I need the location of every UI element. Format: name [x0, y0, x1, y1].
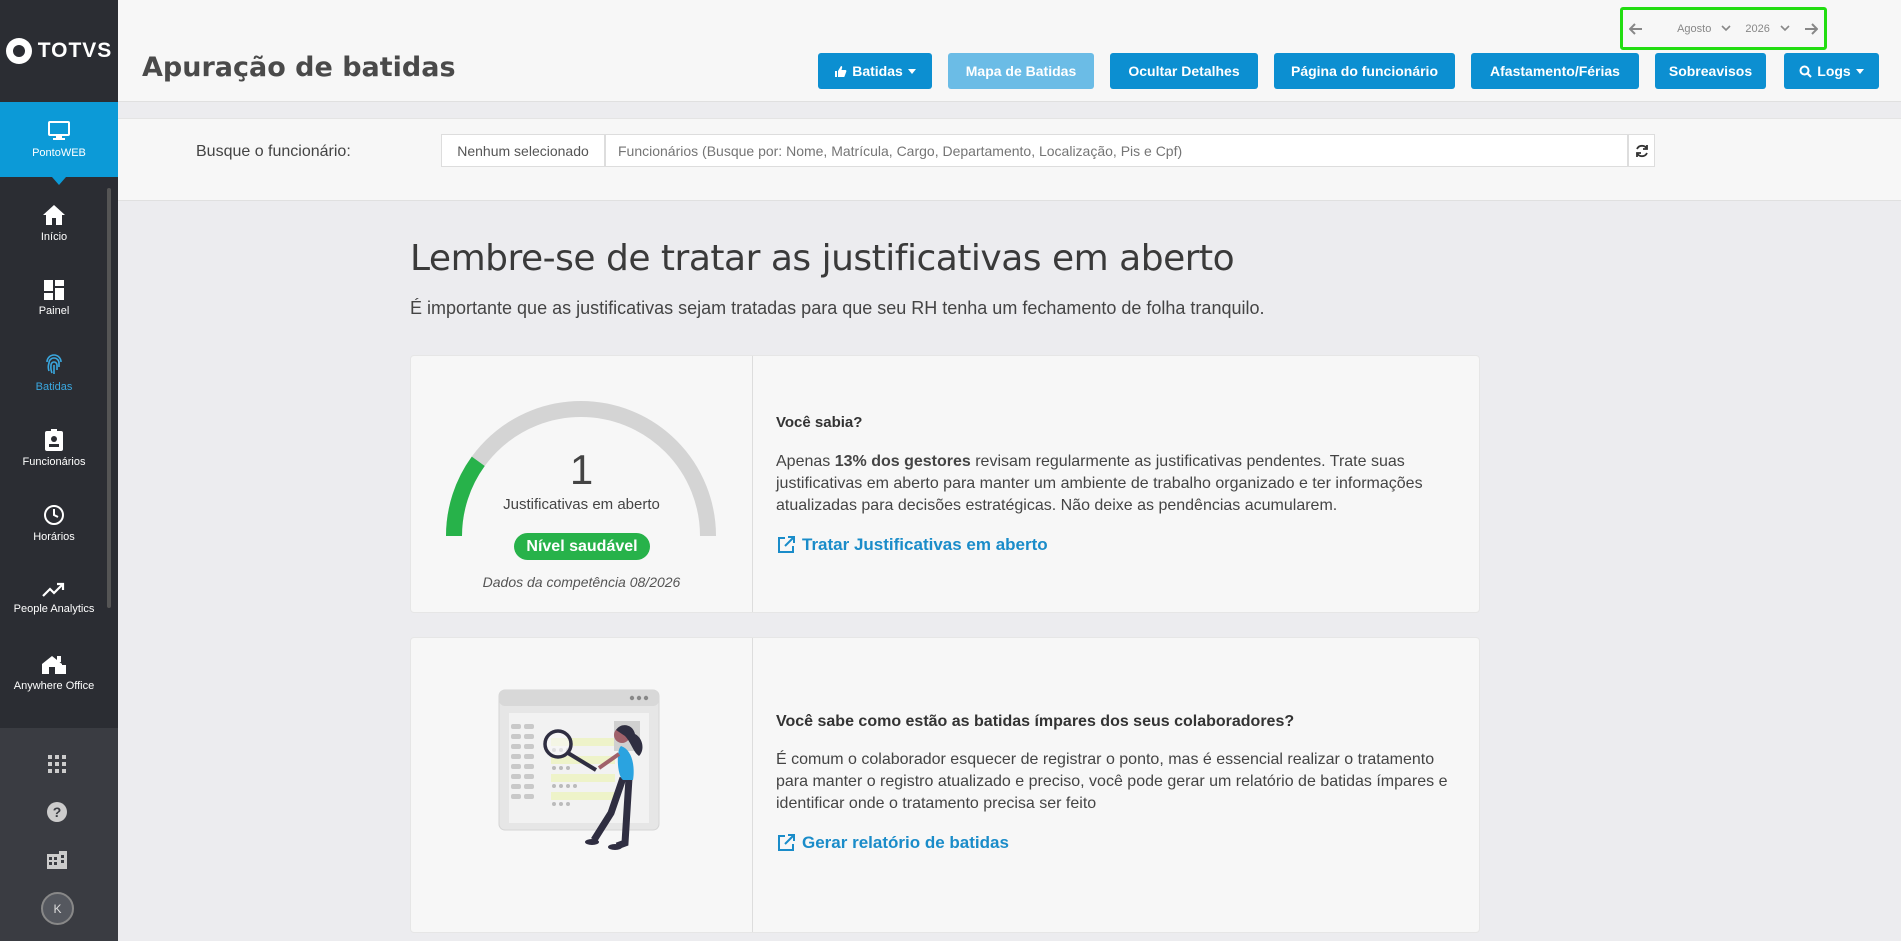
svg-text:?: ?	[53, 804, 62, 820]
clock-icon	[44, 505, 64, 525]
sidebar-scrollbar[interactable]	[107, 188, 111, 608]
sidebar-item-batidas[interactable]: Batidas	[0, 336, 108, 411]
fingerprint-icon	[46, 354, 62, 374]
card2-content: Você sabe como estão as batidas ímpares …	[776, 713, 1459, 853]
sidebar-item-pontoweb[interactable]: PontoWEB	[0, 102, 118, 185]
card1-text-prefix: Apenas	[776, 453, 835, 470]
card1-content: Você sabia? Apenas 13% dos gestores revi…	[776, 414, 1459, 555]
refresh-icon	[1635, 144, 1648, 157]
sidebar-item-horarios[interactable]: Horários	[0, 486, 108, 561]
sidebar-item-label: Funcionários	[22, 456, 86, 468]
previous-period-arrow-icon[interactable]	[1629, 22, 1643, 35]
health-status-badge: Nível saudável	[514, 533, 650, 560]
sidebar-item-label: People Analytics	[13, 603, 95, 615]
home-icon	[43, 205, 65, 225]
user-avatar[interactable]: K	[41, 892, 74, 925]
thumbs-up-icon	[835, 65, 847, 77]
mapa-de-batidas-button[interactable]: Mapa de Batidas	[948, 53, 1094, 89]
sidebar-item-painel[interactable]: Painel	[0, 261, 108, 336]
pagina-funcionario-button[interactable]: Página do funcionário	[1274, 53, 1455, 89]
caret-down-icon	[1855, 68, 1864, 74]
reminder-headline: Lembre-se de tratar as justificativas em…	[410, 238, 1235, 279]
employee-search-input[interactable]	[605, 134, 1628, 167]
sidebar-item-people-analytics[interactable]: People Analytics	[0, 561, 108, 636]
card-divider	[752, 356, 753, 612]
afastamento-ferias-button[interactable]: Afastamento/Férias	[1471, 53, 1639, 89]
selected-employee: Nenhum selecionado	[441, 134, 605, 167]
totvs-logo[interactable]: TOTVS	[0, 0, 118, 102]
tratar-justificativas-label: Tratar Justificativas em aberto	[802, 535, 1048, 554]
sidebar-item-label: Horários	[33, 531, 75, 543]
employee-search-bar: Busque o funcionário: Nenhum selecionado	[118, 118, 1901, 201]
year-value: 2026	[1745, 22, 1770, 35]
gerar-relatorio-label: Gerar relatório de batidas	[802, 833, 1009, 852]
badge-icon	[45, 429, 63, 451]
gauge-label: Justificativas em aberto	[503, 496, 660, 513]
search-label: Busque o funcionário:	[196, 143, 351, 160]
caret-down-icon	[907, 68, 916, 74]
justificativas-card: 1 Justificativas em aberto Nível saudáve…	[410, 355, 1480, 613]
logs-dropdown-button[interactable]: Logs	[1784, 53, 1879, 89]
month-select[interactable]: Agosto	[1657, 23, 1731, 35]
sidebar-item-anywhere-office[interactable]: Anywhere Office	[0, 636, 108, 711]
external-link-icon	[778, 834, 795, 851]
search-icon	[1799, 65, 1812, 78]
month-value: Agosto	[1677, 22, 1712, 35]
sidebar-item-label: Início	[40, 231, 68, 243]
home-office-icon	[42, 656, 66, 674]
card1-text-bold: 13% dos gestores	[834, 453, 971, 470]
chevron-down-icon	[1780, 25, 1790, 32]
logo-text: TOTVS	[37, 39, 113, 62]
chevron-down-icon	[1721, 25, 1731, 32]
period-selector: Agosto 2026	[1620, 7, 1827, 50]
batidas-button-label: Batidas	[852, 63, 903, 79]
batidas-impares-card: Você sabe como estão as batidas ímpares …	[410, 637, 1480, 933]
card1-text: Apenas 13% dos gestores revisam regularm…	[776, 451, 1459, 517]
sobreavisos-button[interactable]: Sobreavisos	[1655, 53, 1766, 89]
refresh-button[interactable]	[1628, 134, 1655, 167]
trending-icon	[42, 582, 65, 597]
card2-heading: Você sabe como estão as batidas ímpares …	[776, 713, 1295, 730]
sidebar-item-inicio[interactable]: Início	[0, 186, 108, 261]
totvs-logo-icon	[5, 38, 32, 64]
apps-grid-icon[interactable]	[45, 752, 69, 776]
sidebar-item-label: Batidas	[35, 381, 73, 393]
sidebar-item-funcionarios[interactable]: Funcionários	[0, 411, 108, 486]
card-divider	[752, 638, 753, 932]
competence-note: Dados da competência 08/2026	[482, 574, 681, 590]
batidas-dropdown-button[interactable]: Batidas	[818, 53, 932, 89]
external-link-icon	[778, 536, 795, 553]
card1-heading: Você sabia?	[776, 414, 863, 431]
tratar-justificativas-link[interactable]: Tratar Justificativas em aberto	[776, 535, 1459, 555]
logs-button-label: Logs	[1817, 63, 1851, 79]
person-inspecting-report-illustration	[498, 689, 660, 850]
dashboard-icon	[44, 280, 64, 300]
sidebar-item-label: PontoWEB	[32, 146, 86, 159]
help-icon[interactable]: ?	[45, 800, 69, 824]
sidebar: TOTVS PontoWEB Início Painel Batidas Fun…	[0, 0, 118, 941]
page-title: Apuração de batidas	[142, 52, 456, 83]
sidebar-item-label: Painel	[38, 305, 70, 317]
year-select[interactable]: 2026	[1745, 22, 1790, 35]
next-period-arrow-icon[interactable]	[1804, 22, 1818, 35]
reminder-subtitle: É importante que as justificativas sejam…	[410, 298, 1265, 318]
gauge-value: 1	[569, 446, 594, 493]
gerar-relatorio-link[interactable]: Gerar relatório de batidas	[776, 833, 1459, 853]
monitor-icon	[48, 120, 70, 140]
sidebar-item-label: Anywhere Office	[13, 680, 95, 692]
card2-text: É comum o colaborador esquecer de regist…	[776, 751, 1448, 812]
ocultar-detalhes-button[interactable]: Ocultar Detalhes	[1110, 53, 1258, 89]
company-building-icon[interactable]	[45, 848, 69, 872]
